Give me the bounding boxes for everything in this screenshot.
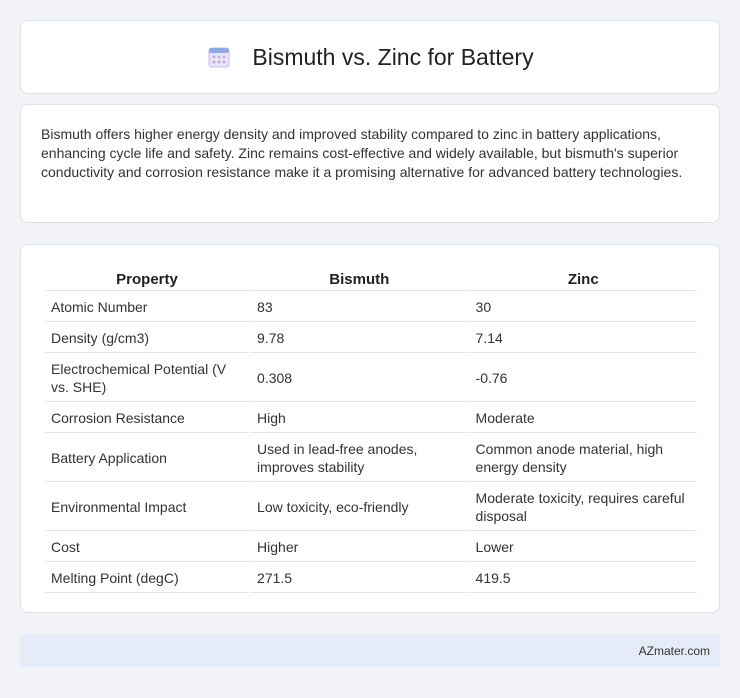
header-bismuth: Bismuth (251, 267, 468, 291)
table-row: Atomic Number 83 30 (45, 293, 697, 322)
table-row: Melting Point (degC) 271.5 419.5 (45, 564, 697, 593)
table-row: Environmental Impact Low toxicity, eco-f… (45, 484, 697, 531)
property-cell: Atomic Number (45, 293, 250, 322)
property-cell: Electrochemical Potential (V vs. SHE) (45, 355, 250, 402)
property-cell: Melting Point (degC) (45, 564, 250, 593)
zinc-cell: Common anode material, high energy densi… (469, 435, 697, 482)
page-title: Bismuth vs. Zinc for Battery (252, 43, 534, 70)
summary-text: Bismuth offers higher energy density and… (41, 126, 683, 180)
table-row: Electrochemical Potential (V vs. SHE) 0.… (45, 355, 697, 402)
bismuth-cell: 0.308 (251, 355, 468, 402)
header-property: Property (45, 267, 250, 291)
table-header-row: Property Bismuth Zinc (45, 267, 697, 291)
title-card: Bismuth vs. Zinc for Battery (20, 20, 720, 94)
bismuth-cell: 271.5 (251, 564, 468, 593)
footer-brand: AZmater.com (638, 643, 710, 658)
summary-card: Bismuth offers higher energy density and… (20, 104, 720, 223)
table-row: Battery Application Used in lead-free an… (45, 435, 697, 482)
bismuth-cell: High (251, 404, 468, 433)
table-row: Density (g/cm3) 9.78 7.14 (45, 324, 697, 353)
zinc-cell: Moderate (469, 404, 697, 433)
bismuth-cell: 9.78 (251, 324, 468, 353)
property-cell: Battery Application (45, 435, 250, 482)
comparison-card: Property Bismuth Zinc Atomic Number 83 3… (20, 244, 720, 613)
zinc-cell: -0.76 (469, 355, 697, 402)
calendar-icon (206, 44, 232, 70)
bismuth-cell: Low toxicity, eco-friendly (251, 484, 468, 531)
comparison-table: Property Bismuth Zinc Atomic Number 83 3… (43, 265, 699, 595)
zinc-cell: Moderate toxicity, requires careful disp… (469, 484, 697, 531)
zinc-cell: 419.5 (469, 564, 697, 593)
zinc-cell: 30 (469, 293, 697, 322)
header-zinc: Zinc (469, 267, 697, 291)
property-cell: Cost (45, 533, 250, 562)
property-cell: Density (g/cm3) (45, 324, 250, 353)
table-row: Cost Higher Lower (45, 533, 697, 562)
table-row: Corrosion Resistance High Moderate (45, 404, 697, 433)
bismuth-cell: Higher (251, 533, 468, 562)
property-cell: Corrosion Resistance (45, 404, 250, 433)
zinc-cell: 7.14 (469, 324, 697, 353)
property-cell: Environmental Impact (45, 484, 250, 531)
footer-bar: AZmater.com (20, 634, 720, 667)
zinc-cell: Lower (469, 533, 697, 562)
bismuth-cell: 83 (251, 293, 468, 322)
bismuth-cell: Used in lead-free anodes, improves stabi… (251, 435, 468, 482)
